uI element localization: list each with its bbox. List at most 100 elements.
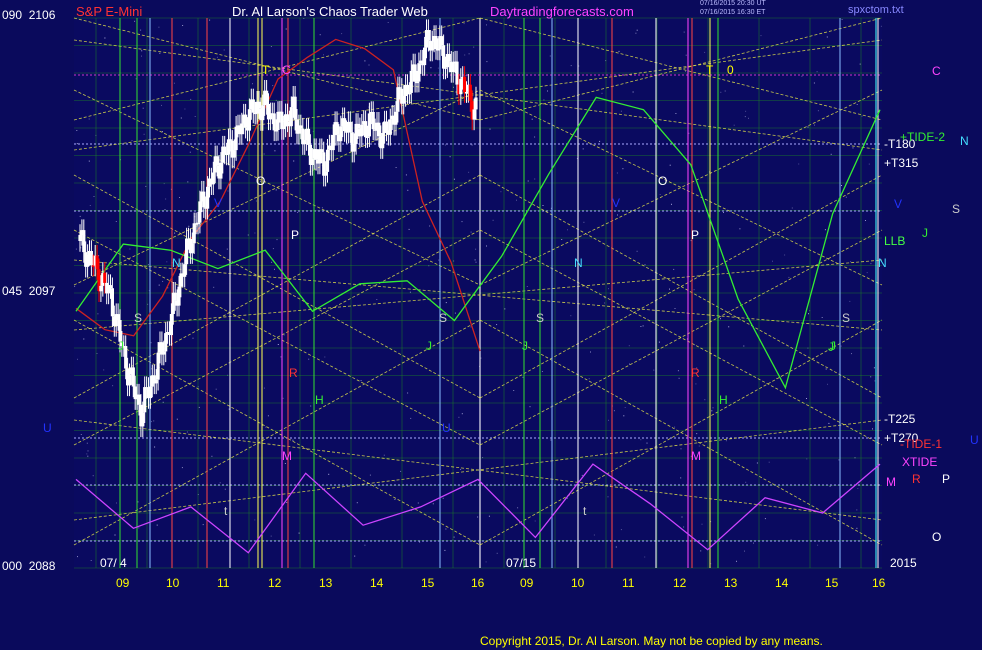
- star: [254, 519, 256, 521]
- price-bar: [226, 139, 231, 155]
- star: [828, 422, 830, 424]
- star: [830, 153, 832, 155]
- star: [817, 544, 819, 546]
- star: [112, 385, 114, 387]
- star: [673, 268, 675, 270]
- star: [522, 376, 524, 378]
- star: [616, 172, 618, 174]
- marker-p: P: [291, 228, 300, 242]
- star: [861, 115, 863, 117]
- marker-t: T: [706, 63, 714, 77]
- star: [405, 174, 407, 176]
- star: [77, 556, 78, 558]
- price-bar: [190, 243, 194, 254]
- star: [88, 118, 90, 120]
- star: [395, 167, 397, 168]
- star: [856, 527, 858, 529]
- price-bar: [108, 285, 113, 289]
- star: [486, 245, 487, 247]
- star: [265, 426, 267, 428]
- price-bar: [240, 123, 244, 135]
- legend-u: U: [970, 433, 979, 447]
- star: [841, 185, 842, 186]
- star: [83, 338, 85, 340]
- star: [90, 560, 92, 561]
- x-tick-label: 13: [319, 576, 333, 590]
- star: [150, 342, 152, 344]
- price-bar: [310, 158, 314, 165]
- star: [410, 417, 412, 419]
- star: [468, 171, 470, 173]
- star: [417, 502, 419, 504]
- star: [272, 85, 274, 87]
- star: [267, 415, 269, 417]
- star: [873, 367, 875, 369]
- price-bar: [360, 124, 364, 137]
- star: [599, 140, 601, 142]
- star: [473, 46, 475, 48]
- x-tick-label: 09: [116, 576, 130, 590]
- star: [87, 455, 89, 457]
- price-bar: [154, 379, 158, 384]
- star: [748, 117, 749, 119]
- year-label: 2015: [890, 556, 917, 570]
- star: [162, 280, 164, 282]
- chart-canvas: [73, 17, 883, 569]
- star: [445, 302, 447, 304]
- star: [582, 148, 584, 150]
- star: [224, 488, 226, 490]
- star: [601, 92, 603, 94]
- star: [865, 220, 866, 221]
- star: [464, 54, 466, 56]
- star: [407, 189, 409, 191]
- star: [868, 163, 870, 165]
- star: [188, 225, 190, 227]
- star: [202, 524, 204, 526]
- star: [174, 232, 176, 234]
- marker-o: O: [658, 174, 668, 188]
- star: [263, 153, 265, 155]
- star: [720, 318, 721, 320]
- star: [400, 470, 402, 472]
- star: [516, 199, 517, 201]
- star: [635, 32, 637, 34]
- star: [489, 128, 491, 130]
- star: [285, 28, 287, 30]
- star: [693, 289, 695, 291]
- x-tick-label: 11: [622, 576, 635, 590]
- star: [274, 268, 275, 270]
- star: [215, 388, 217, 390]
- star: [471, 144, 473, 146]
- star: [743, 345, 745, 347]
- star: [319, 34, 321, 36]
- copyright-notice: Copyright 2015, Dr. Al Larson. May not b…: [480, 634, 823, 648]
- star: [147, 264, 149, 266]
- marker-j: J: [118, 339, 124, 353]
- star: [480, 357, 482, 359]
- legend-s2: S: [842, 311, 851, 325]
- price-bar: [423, 47, 427, 66]
- legend-c: C: [932, 64, 941, 78]
- star: [674, 308, 676, 309]
- star: [445, 528, 447, 530]
- site-name[interactable]: Daytradingforecasts.com: [490, 4, 634, 19]
- star: [680, 448, 682, 450]
- star: [198, 406, 200, 408]
- star: [137, 501, 139, 503]
- price-bar: [381, 133, 385, 149]
- star: [529, 406, 531, 408]
- price-bar: [314, 149, 318, 160]
- star: [255, 200, 257, 202]
- star: [620, 110, 622, 112]
- star: [669, 164, 671, 166]
- price-bar: [447, 54, 451, 62]
- star: [76, 143, 78, 145]
- marker-u: U: [43, 421, 52, 435]
- star: [156, 524, 158, 526]
- star: [280, 356, 282, 358]
- star: [712, 407, 714, 409]
- price-bar: [124, 346, 128, 369]
- star: [429, 225, 431, 227]
- star: [561, 239, 563, 240]
- star: [744, 116, 746, 118]
